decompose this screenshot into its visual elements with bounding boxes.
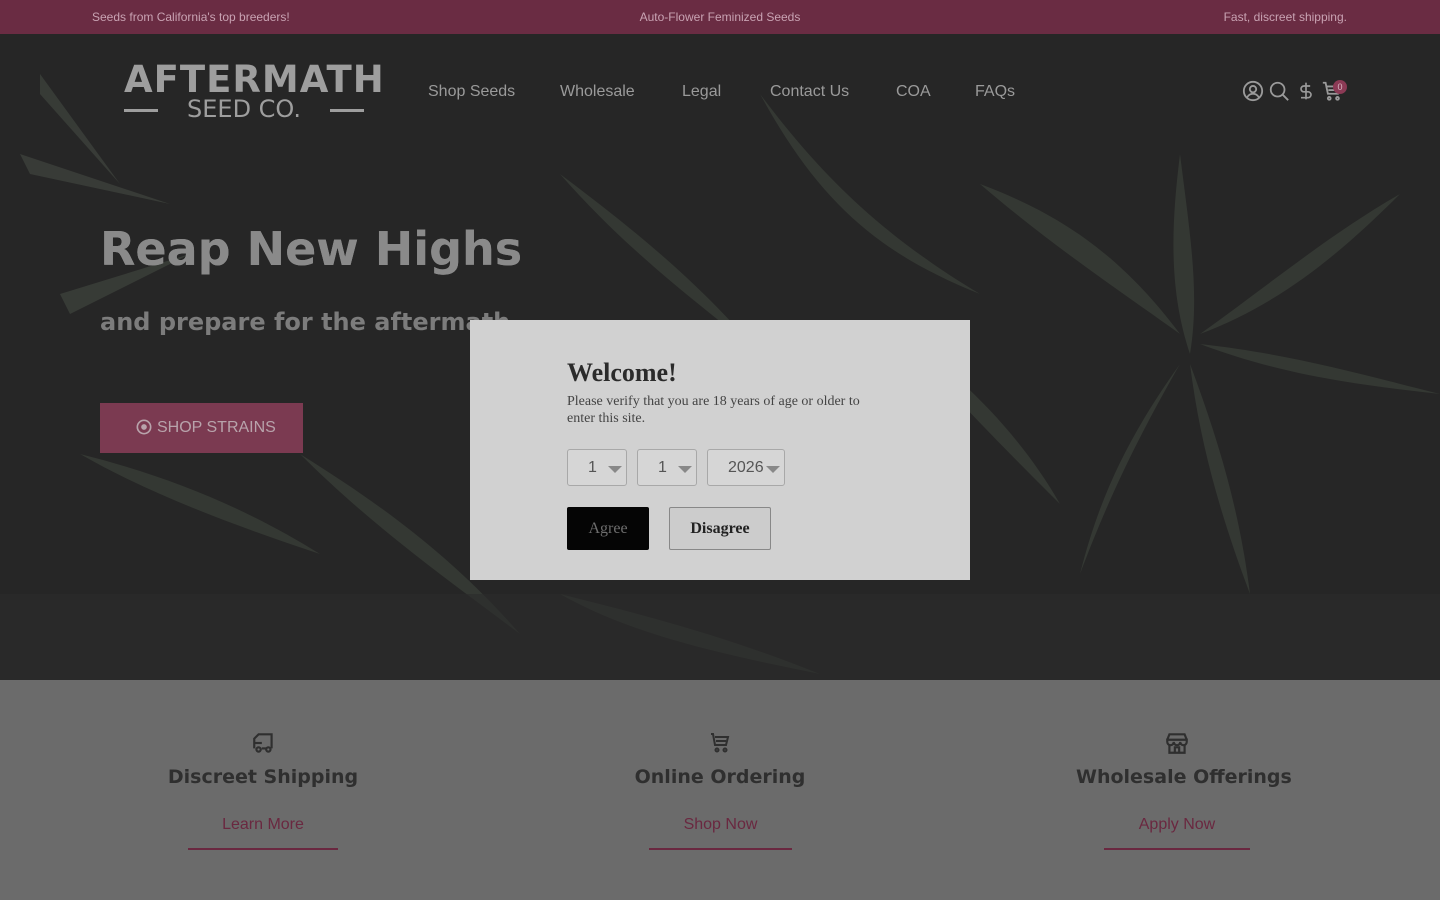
day-value: 1 — [658, 459, 667, 476]
feature-discreet-shipping: Discreet Shipping Learn More — [163, 680, 363, 900]
nav-contact-us[interactable]: Contact Us — [770, 83, 849, 103]
year-value: 2026 — [728, 459, 764, 476]
logo-dash-right — [330, 109, 364, 112]
month-select[interactable]: 1 — [567, 449, 627, 486]
age-verification-modal: Welcome! Please verify that you are 18 y… — [470, 320, 970, 580]
modal-message: Please verify that you are 18 years of a… — [567, 394, 860, 426]
search-icon[interactable] — [1268, 80, 1290, 107]
chevron-down-icon — [608, 466, 622, 473]
features-section: Discreet Shipping Learn More Online Orde… — [0, 680, 1440, 900]
month-value: 1 — [588, 459, 597, 476]
announcement-bar: Seeds from California's top breeders! Au… — [0, 0, 1440, 34]
modal-title: Welcome! — [567, 358, 677, 387]
agree-button[interactable]: Agree — [567, 507, 649, 550]
feature-title: Online Ordering — [634, 766, 806, 788]
day-select[interactable]: 1 — [637, 449, 697, 486]
chevron-down-icon — [678, 466, 692, 473]
announcement-right: Fast, discreet shipping. — [1223, 10, 1347, 24]
cart-count-badge: 0 — [1333, 80, 1347, 94]
cart-icon — [708, 730, 732, 759]
feature-title: Wholesale Offerings — [1076, 766, 1292, 788]
feature-online-ordering: Online Ordering Shop Now — [620, 680, 820, 900]
shop-now-link[interactable]: Shop Now — [649, 816, 792, 850]
nav-shop-seeds[interactable]: Shop Seeds — [428, 83, 515, 103]
site-logo[interactable]: AFTERMATH SEED CO. — [124, 58, 385, 123]
chevron-down-icon — [766, 466, 780, 473]
logo-line1: AFTERMATH — [124, 58, 385, 101]
hero-heading: Reap New Highs — [100, 222, 523, 276]
learn-more-link[interactable]: Learn More — [188, 816, 338, 850]
shop-strains-button[interactable]: SHOP STRAINS — [100, 403, 303, 453]
currency-icon[interactable] — [1296, 80, 1316, 107]
shop-strains-label: SHOP STRAINS — [157, 419, 276, 436]
feature-wholesale-offerings: Wholesale Offerings Apply Now — [1076, 680, 1292, 900]
play-circle-icon — [136, 419, 152, 440]
storefront-icon — [1164, 730, 1190, 761]
account-icon[interactable] — [1242, 80, 1264, 107]
disagree-button[interactable]: Disagree — [669, 507, 771, 550]
nav-faqs[interactable]: FAQs — [975, 83, 1015, 103]
hero-subheading: and prepare for the aftermath. — [100, 308, 520, 336]
nav-legal[interactable]: Legal — [682, 83, 721, 103]
year-select[interactable]: 2026 — [707, 449, 785, 486]
nav-coa[interactable]: COA — [896, 83, 931, 103]
nav-wholesale[interactable]: Wholesale — [560, 83, 635, 103]
delivery-truck-icon — [251, 730, 277, 761]
apply-now-link[interactable]: Apply Now — [1104, 816, 1250, 850]
feature-title: Discreet Shipping — [167, 766, 359, 788]
logo-line2: SEED CO. — [187, 95, 301, 123]
